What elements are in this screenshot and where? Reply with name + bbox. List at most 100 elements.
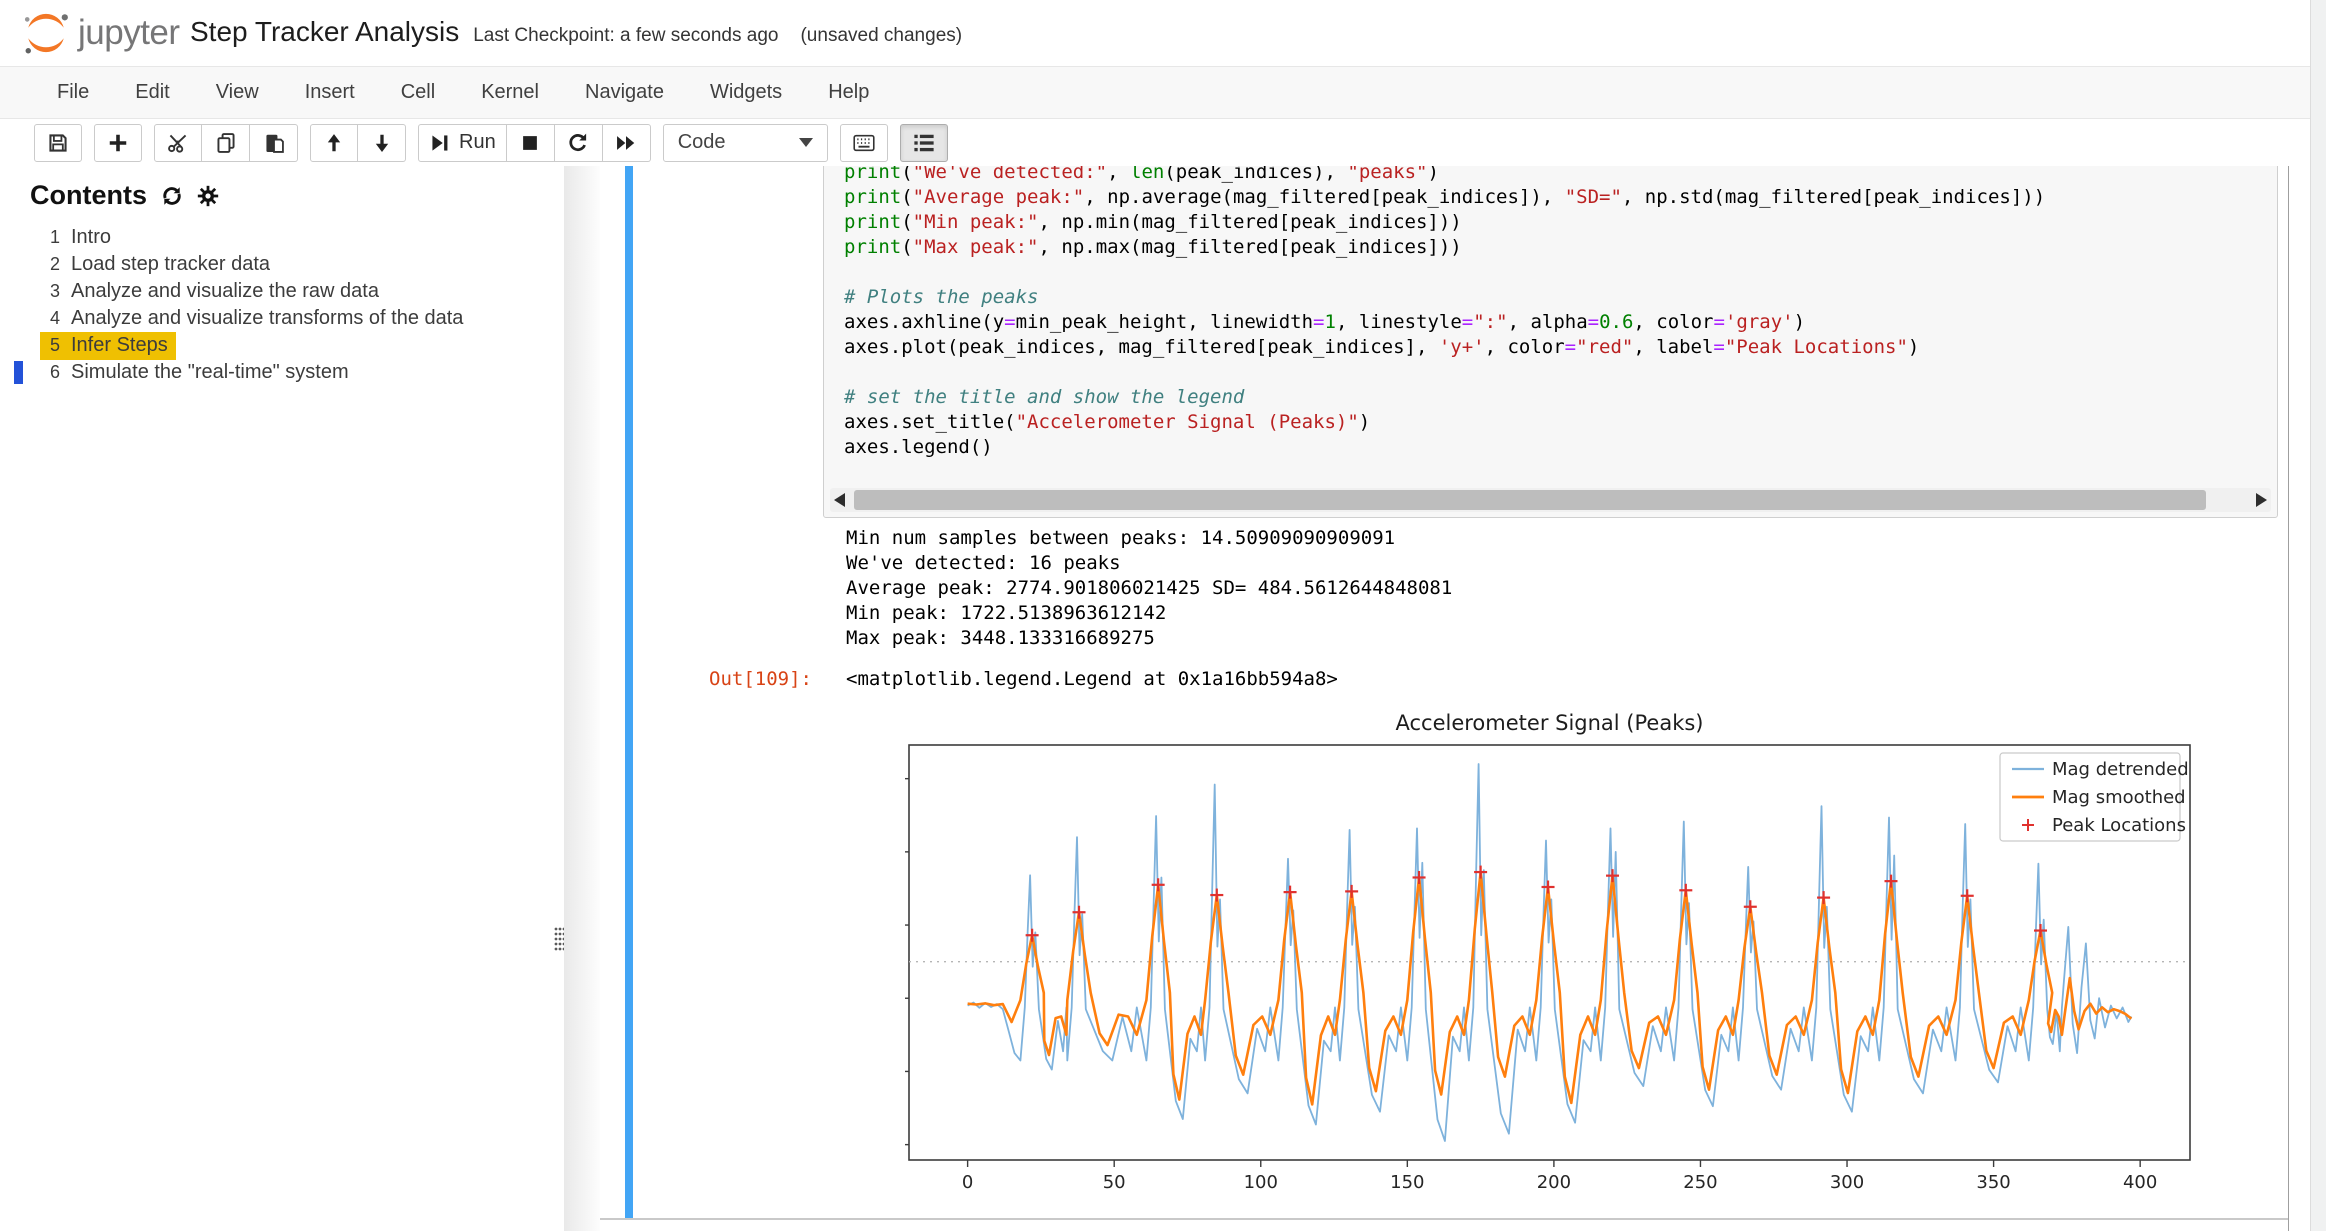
keyboard-icon bbox=[853, 132, 875, 154]
notebook-title[interactable]: Step Tracker Analysis bbox=[190, 16, 459, 48]
output-line: Min num samples between peaks: 14.509090… bbox=[846, 526, 1452, 551]
chevron-down-icon bbox=[799, 138, 813, 147]
code-line: # set the title and show the legend bbox=[844, 385, 2277, 410]
menu-cell[interactable]: Cell bbox=[378, 69, 458, 116]
run-icon bbox=[429, 132, 451, 154]
chart-legend: Mag detrendedMag smoothedPeak Locations bbox=[2000, 753, 2189, 841]
insert-cell-below-button[interactable] bbox=[94, 124, 142, 162]
out-value: <matplotlib.legend.Legend at 0x1a16bb594… bbox=[846, 668, 1338, 690]
interrupt-kernel-button[interactable] bbox=[507, 124, 555, 162]
gear-icon[interactable] bbox=[197, 185, 219, 207]
cell-type-value: Code bbox=[678, 131, 726, 154]
accelerometer-chart: Accelerometer Signal (Peaks)050100150200… bbox=[905, 700, 2200, 1200]
code-line: print("We've detected:", len(peak_indice… bbox=[844, 166, 2277, 185]
cell-type-dropdown[interactable]: Code bbox=[663, 124, 828, 162]
toggle-toc-button[interactable] bbox=[900, 124, 948, 162]
svg-text:0: 0 bbox=[962, 1172, 973, 1193]
code-line bbox=[844, 360, 2277, 385]
toc-item-number: 1 bbox=[40, 224, 60, 251]
list-icon bbox=[913, 132, 935, 154]
save-button[interactable] bbox=[34, 124, 82, 162]
code-line: print("Max peak:", np.max(mag_filtered[p… bbox=[844, 235, 2277, 260]
toc-current-marker bbox=[14, 361, 23, 384]
restart-icon bbox=[567, 132, 589, 154]
menu-edit[interactable]: Edit bbox=[112, 69, 192, 116]
toc-item-6[interactable]: 6 Simulate the "real-time" system bbox=[0, 359, 560, 386]
notebook-area: peak_indices, peak_properties = sp.signa… bbox=[600, 166, 2288, 1231]
scroll-right-arrow[interactable] bbox=[2256, 493, 2267, 507]
toc-item-label: Analyze and visualize the raw data bbox=[71, 280, 379, 302]
selected-cell-indicator bbox=[625, 166, 633, 1218]
toc-title: Contents bbox=[30, 180, 147, 211]
jupyter-wordmark: jupyter bbox=[78, 13, 180, 53]
window-scrollbar[interactable] bbox=[2310, 0, 2326, 1231]
cell-stream-output: Min num samples between peaks: 14.509090… bbox=[846, 526, 1452, 651]
output-line: Max peak: 3448.133316689275 bbox=[846, 626, 1452, 651]
menu-navigate[interactable]: Navigate bbox=[562, 69, 687, 116]
toc-item-1[interactable]: 1Intro bbox=[0, 224, 560, 251]
menu-file[interactable]: File bbox=[34, 69, 112, 116]
output-line: Average peak: 2774.901806021425 SD= 484.… bbox=[846, 576, 1452, 601]
scroll-left-arrow[interactable] bbox=[834, 493, 845, 507]
toc-item-number: 6 bbox=[40, 359, 60, 386]
toc-item-number: 2 bbox=[40, 251, 60, 278]
header: jupyter Step Tracker Analysis Last Check… bbox=[0, 0, 2326, 66]
paste-icon bbox=[263, 132, 285, 154]
arrow-down-icon bbox=[371, 132, 393, 154]
output-line: Min peak: 1722.5138963612142 bbox=[846, 601, 1452, 626]
toc-item-label: Simulate the "real-time" system bbox=[71, 361, 349, 383]
cell-divider bbox=[600, 1218, 2288, 1220]
toc-item-5[interactable]: 5 Infer Steps bbox=[0, 332, 560, 359]
svg-text:350: 350 bbox=[1976, 1172, 2010, 1193]
toc-item-3[interactable]: 3 Analyze and visualize the raw data bbox=[0, 278, 560, 305]
command-palette-button[interactable] bbox=[840, 124, 888, 162]
menu-help[interactable]: Help bbox=[805, 69, 892, 116]
notebook-right-border bbox=[2288, 166, 2289, 1231]
legend-label: Mag smoothed bbox=[2052, 787, 2186, 808]
legend-label: Mag detrended bbox=[2052, 759, 2189, 780]
restart-kernel-button[interactable] bbox=[555, 124, 603, 162]
sidebar-divider bbox=[564, 166, 600, 1231]
scrollbar-thumb[interactable] bbox=[854, 490, 2206, 510]
toc-item-label: Analyze and visualize transforms of the … bbox=[71, 307, 463, 329]
content-area: Contents bbox=[0, 166, 2326, 1231]
code-editor[interactable]: peak_indices, peak_properties = sp.signa… bbox=[824, 166, 2277, 460]
run-button[interactable]: Run bbox=[418, 124, 507, 162]
svg-text:250: 250 bbox=[1683, 1172, 1717, 1193]
move-cell-down-button[interactable] bbox=[358, 124, 406, 162]
toc-item-label: Infer Steps bbox=[71, 334, 168, 356]
toc-item-2[interactable]: 2Load step tracker data bbox=[0, 251, 560, 278]
refresh-icon[interactable] bbox=[161, 185, 183, 207]
toc-item-number: 3 bbox=[40, 278, 60, 305]
menu-widgets[interactable]: Widgets bbox=[687, 69, 805, 116]
code-cell-input[interactable]: peak_indices, peak_properties = sp.signa… bbox=[823, 166, 2278, 518]
out-prompt: Out[109]: bbox=[600, 668, 812, 690]
code-horizontal-scrollbar[interactable] bbox=[830, 488, 2271, 512]
svg-text:300: 300 bbox=[1830, 1172, 1864, 1193]
toc-item-4[interactable]: 4Analyze and visualize transforms of the… bbox=[0, 305, 560, 332]
stop-icon bbox=[519, 132, 541, 154]
fast-forward-icon bbox=[615, 132, 637, 154]
code-line bbox=[844, 260, 2277, 285]
arrow-up-icon bbox=[323, 132, 345, 154]
toolbar: Run Code bbox=[0, 119, 2326, 166]
move-cell-up-button[interactable] bbox=[310, 124, 358, 162]
checkpoint-status: Last Checkpoint: a few seconds ago bbox=[473, 25, 778, 47]
jupyter-logo[interactable]: jupyter bbox=[22, 9, 180, 57]
paste-cells-button[interactable] bbox=[250, 124, 298, 162]
menu-kernel[interactable]: Kernel bbox=[458, 69, 562, 116]
run-button-label: Run bbox=[459, 131, 496, 154]
save-icon bbox=[47, 132, 69, 154]
toc-item-number: 5 bbox=[40, 332, 60, 359]
menu-view[interactable]: View bbox=[193, 69, 282, 116]
restart-run-all-button[interactable] bbox=[603, 124, 651, 162]
toc-sidebar: Contents bbox=[0, 166, 600, 1231]
code-line: axes.set_title("Accelerometer Signal (Pe… bbox=[844, 410, 2277, 435]
code-line: axes.legend() bbox=[844, 435, 2277, 460]
code-line: axes.plot(peak_indices, mag_filtered[pea… bbox=[844, 335, 2277, 360]
matplotlib-figure: Accelerometer Signal (Peaks)050100150200… bbox=[905, 700, 2200, 1200]
copy-cells-button[interactable] bbox=[202, 124, 250, 162]
menu-insert[interactable]: Insert bbox=[282, 69, 378, 116]
chart-title: Accelerometer Signal (Peaks) bbox=[1396, 711, 1704, 735]
cut-cells-button[interactable] bbox=[154, 124, 202, 162]
